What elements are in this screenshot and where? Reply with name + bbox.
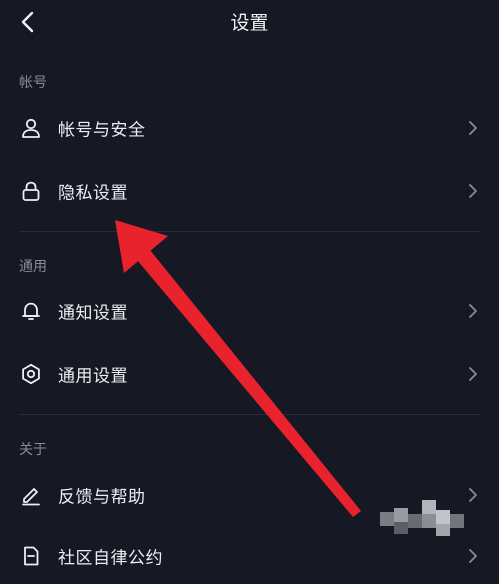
page-title: 设置 — [230, 12, 269, 34]
settings-item-label: 通知设置 — [58, 303, 128, 324]
section-divider — [19, 231, 481, 232]
watermark-mosaic — [380, 500, 472, 542]
chevron-right-icon — [467, 120, 479, 136]
section-title-general: 通用 — [19, 259, 47, 275]
settings-item-general[interactable]: 通用设置 — [0, 346, 499, 402]
settings-item-label: 反馈与帮助 — [58, 487, 146, 508]
chevron-right-icon — [467, 548, 479, 564]
document-icon — [20, 545, 42, 567]
settings-item-privacy[interactable]: 隐私设置 — [0, 163, 499, 219]
user-icon — [20, 117, 42, 139]
chevron-right-icon — [467, 366, 479, 382]
bell-icon — [20, 300, 42, 322]
section-divider — [19, 414, 481, 415]
edit-icon — [20, 484, 42, 506]
chevron-right-icon — [467, 303, 479, 319]
lock-icon — [20, 180, 42, 202]
gear-icon — [20, 363, 42, 385]
settings-item-account-security[interactable]: 帐号与安全 — [0, 100, 499, 156]
settings-item-label: 通用设置 — [58, 366, 128, 387]
settings-item-label: 隐私设置 — [58, 183, 128, 204]
section-title-account: 帐号 — [19, 75, 47, 91]
settings-item-notifications[interactable]: 通知设置 — [0, 283, 499, 339]
section-title-about: 关于 — [19, 442, 47, 458]
top-bar: 设置 — [0, 0, 499, 44]
chevron-right-icon — [467, 183, 479, 199]
settings-item-label: 社区自律公约 — [58, 548, 163, 569]
settings-item-label: 帐号与安全 — [58, 120, 146, 141]
